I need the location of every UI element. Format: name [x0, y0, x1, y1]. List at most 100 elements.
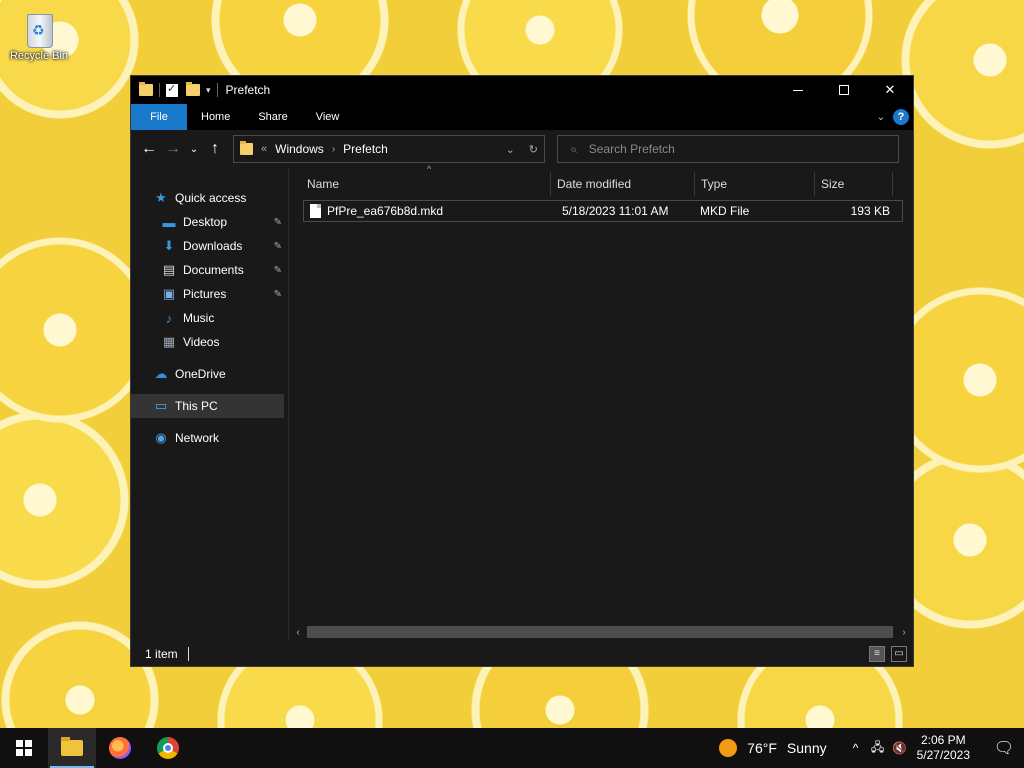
sidebar-item-quick-access[interactable]: ★ Quick access [131, 186, 288, 210]
recycle-bin-icon [22, 8, 56, 48]
taskbar: 76°F Sunny ^ 🖧 🔇 2:06 PM 5/27/2023 🗨 [0, 728, 1024, 768]
clock-date: 5/27/2023 [916, 748, 970, 762]
network-icon: ◉ [155, 430, 167, 445]
window-title: Prefetch [225, 83, 271, 97]
properties-icon[interactable] [166, 82, 178, 97]
taskbar-file-explorer[interactable] [48, 728, 96, 768]
cloud-icon: ☁ [154, 366, 168, 381]
maximize-icon [839, 85, 849, 95]
desktop-icon: ▬ [162, 214, 176, 230]
sidebar-item-network[interactable]: ◉ Network [131, 426, 288, 450]
address-dropdown-icon[interactable]: ⌄ [506, 143, 515, 156]
column-header-size[interactable]: Size [815, 172, 893, 196]
search-box[interactable]: ⌕ [557, 135, 899, 163]
tab-view[interactable]: View [302, 104, 354, 130]
music-icon: ♪ [165, 310, 173, 326]
file-date-modified: 5/18/2023 11:01 AM [562, 204, 669, 218]
address-bar[interactable]: « Windows › Prefetch ⌄ ↻ [233, 135, 545, 163]
taskbar-firefox[interactable] [96, 728, 144, 768]
video-icon: ▦ [162, 334, 176, 349]
breadcrumb-separator-icon[interactable]: › [332, 144, 335, 155]
pin-icon[interactable]: ✎ [274, 289, 282, 300]
file-size: 193 KB [850, 204, 890, 218]
maximize-button[interactable] [821, 76, 867, 104]
sidebar-item-label: This PC [175, 399, 218, 413]
tab-share[interactable]: Share [244, 104, 301, 130]
details-view-icon[interactable]: ≡ [869, 645, 885, 662]
sidebar-item-label: Desktop [183, 215, 228, 229]
ribbon-tabs: File Home Share View ⌄ ? [131, 104, 913, 130]
action-center-icon[interactable]: 🗨 [984, 738, 1024, 758]
forward-button[interactable]: → [161, 140, 185, 158]
sidebar-item-pictures[interactable]: ▣ Pictures ✎ [131, 282, 288, 306]
close-button[interactable]: ✕ [867, 76, 913, 104]
navigation-pane: ★ Quick access ▬ Desktop ✎ ⬇ Downloads ✎… [131, 168, 289, 641]
pin-icon[interactable]: ✎ [274, 241, 282, 252]
file-list-pane[interactable]: ^ Name Date modified Type Size PfPre_ea6… [289, 164, 913, 641]
recent-locations-button[interactable]: ⌄ [185, 144, 203, 155]
refresh-icon[interactable]: ↻ [529, 143, 538, 156]
sidebar-item-videos[interactable]: ▦ Videos [131, 330, 288, 354]
breadcrumb-overflow-icon[interactable]: « [261, 143, 267, 155]
sidebar-item-documents[interactable]: ▤ Documents ✎ [131, 258, 288, 282]
breadcrumb-prefetch[interactable]: Prefetch [343, 142, 388, 156]
pin-icon[interactable]: ✎ [274, 217, 282, 228]
sidebar-item-label: Videos [183, 335, 220, 349]
explorer-body: ★ Quick access ▬ Desktop ✎ ⬇ Downloads ✎… [131, 164, 913, 641]
star-icon: ★ [155, 190, 167, 205]
tab-file[interactable]: File [131, 104, 187, 130]
back-button[interactable]: ← [137, 140, 161, 158]
file-row[interactable]: PfPre_ea676b8d.mkd 5/18/2023 11:01 AM MK… [303, 200, 903, 222]
column-header-name[interactable]: Name [289, 172, 551, 196]
column-header-type[interactable]: Type [695, 172, 815, 196]
windows-logo-icon [16, 740, 32, 756]
up-button[interactable]: ↑ [203, 140, 227, 158]
show-hidden-icons-chevron[interactable]: ^ [845, 741, 867, 755]
pin-icon[interactable]: ✎ [274, 265, 282, 276]
tab-home[interactable]: Home [187, 104, 244, 130]
clock[interactable]: 2:06 PM 5/27/2023 [917, 733, 970, 763]
minimize-button[interactable] [775, 76, 821, 104]
file-type: MKD File [700, 204, 750, 218]
search-input[interactable] [588, 142, 849, 156]
help-icon[interactable]: ? [893, 109, 909, 125]
sidebar-item-music[interactable]: ♪ Music [131, 306, 288, 330]
file-explorer-icon [61, 737, 83, 756]
scrollbar-thumb[interactable] [307, 626, 893, 638]
title-bar[interactable]: ▾ Prefetch ✕ [131, 76, 913, 104]
search-icon: ⌕ [570, 141, 577, 156]
sidebar-item-label: Documents [183, 263, 244, 277]
sidebar-item-desktop[interactable]: ▬ Desktop ✎ [131, 210, 288, 234]
sidebar-item-label: Downloads [183, 239, 243, 253]
sidebar-item-label: Network [175, 431, 220, 445]
horizontal-scrollbar[interactable]: ‹ › [289, 623, 913, 641]
recycle-bin-shortcut[interactable]: Recycle Bin [6, 8, 72, 62]
weather-temperature: 76°F [747, 740, 777, 756]
sidebar-item-onedrive[interactable]: ☁ OneDrive [131, 362, 288, 386]
start-button[interactable] [0, 728, 48, 768]
expand-ribbon-chevron-icon[interactable]: ⌄ [877, 112, 885, 123]
computer-icon: ▭ [154, 398, 168, 413]
sidebar-item-downloads[interactable]: ⬇ Downloads ✎ [131, 234, 288, 258]
sidebar-item-label: Music [183, 311, 215, 325]
scroll-left-icon[interactable]: ‹ [289, 627, 307, 638]
taskbar-chrome[interactable] [144, 728, 192, 768]
volume-muted-icon[interactable]: 🔇 [889, 741, 911, 755]
sidebar-item-this-pc[interactable]: ▭ This PC [131, 394, 284, 418]
sort-ascending-icon: ^ [427, 164, 432, 174]
close-icon: ✕ [884, 82, 896, 97]
navigation-bar: ← → ⌄ ↑ « Windows › Prefetch ⌄ ↻ ⌕ [131, 130, 913, 168]
system-tray: 76°F Sunny ^ 🖧 🔇 2:06 PM 5/27/2023 🗨 [719, 728, 1024, 768]
large-icons-view-icon[interactable]: ▭ [891, 645, 907, 662]
scroll-right-icon[interactable]: › [895, 627, 913, 638]
file-explorer-window: ▾ Prefetch ✕ File Home Share View ⌄ ? ← … [130, 75, 914, 667]
breadcrumb-windows[interactable]: Windows [275, 142, 324, 156]
column-header-date-modified[interactable]: Date modified [551, 172, 695, 196]
network-status-icon[interactable]: 🖧 [867, 738, 889, 759]
clock-time: 2:06 PM [920, 733, 966, 747]
weather-widget[interactable]: 76°F Sunny [719, 739, 827, 757]
new-folder-icon[interactable] [186, 82, 200, 96]
customize-qat-icon[interactable]: ▾ [206, 85, 211, 96]
picture-icon: ▣ [162, 286, 176, 301]
recycle-bin-label: Recycle Bin [9, 50, 69, 62]
